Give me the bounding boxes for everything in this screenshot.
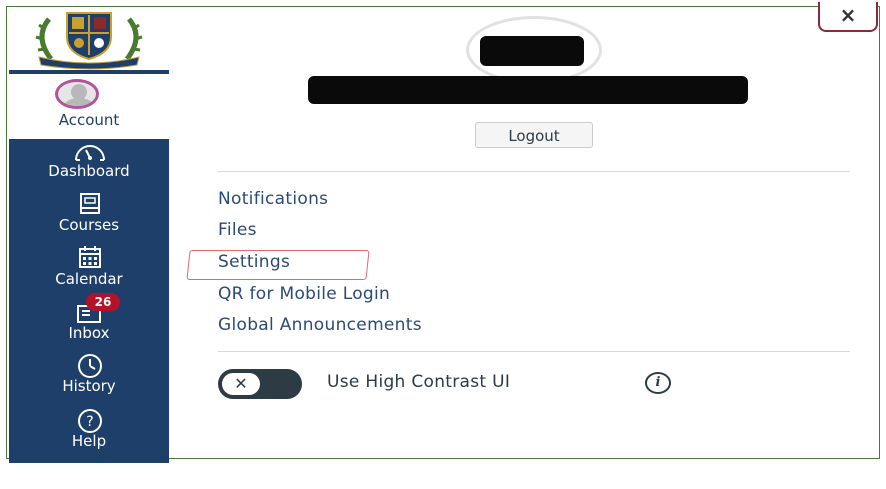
dashboard-icon — [75, 145, 105, 161]
inbox-unread-badge: 26 — [86, 293, 120, 311]
nav-item-calendar[interactable]: Calendar — [9, 270, 169, 288]
help-icon: ? — [78, 409, 102, 433]
link-global-announcements[interactable]: Global Announcements — [218, 315, 422, 335]
high-contrast-label: Use High Contrast UI — [327, 372, 511, 392]
high-contrast-toggle[interactable]: ✕ — [218, 369, 302, 399]
courses-icon — [80, 193, 100, 214]
calendar-icon — [79, 246, 101, 268]
redacted-user-name — [308, 76, 748, 104]
nav-item-help[interactable]: Help — [9, 432, 169, 450]
link-settings[interactable]: Settings — [218, 252, 290, 272]
account-avatar[interactable] — [55, 79, 99, 109]
toggle-off-icon: ✕ — [220, 371, 262, 397]
redacted-avatar-initials — [480, 36, 584, 66]
divider-top — [218, 171, 850, 172]
account-label: Account — [58, 111, 120, 129]
logout-button[interactable]: Logout — [475, 122, 593, 148]
divider-bottom — [218, 351, 850, 352]
crest-logo-icon — [35, 12, 143, 70]
nav-item-inbox[interactable]: Inbox — [9, 324, 169, 342]
link-qr-mobile-login[interactable]: QR for Mobile Login — [218, 284, 390, 304]
school-logo[interactable] — [9, 7, 169, 70]
link-files[interactable]: Files — [218, 220, 257, 240]
close-tray-button[interactable]: × — [818, 2, 878, 32]
nav-item-dashboard[interactable]: Dashboard — [9, 162, 169, 180]
nav-item-courses[interactable]: Courses — [9, 216, 169, 234]
nav-item-history[interactable]: History — [9, 377, 169, 395]
svg-text:?: ? — [86, 414, 93, 430]
info-icon[interactable]: i — [645, 372, 671, 394]
history-icon — [78, 354, 102, 378]
link-notifications[interactable]: Notifications — [218, 189, 328, 209]
